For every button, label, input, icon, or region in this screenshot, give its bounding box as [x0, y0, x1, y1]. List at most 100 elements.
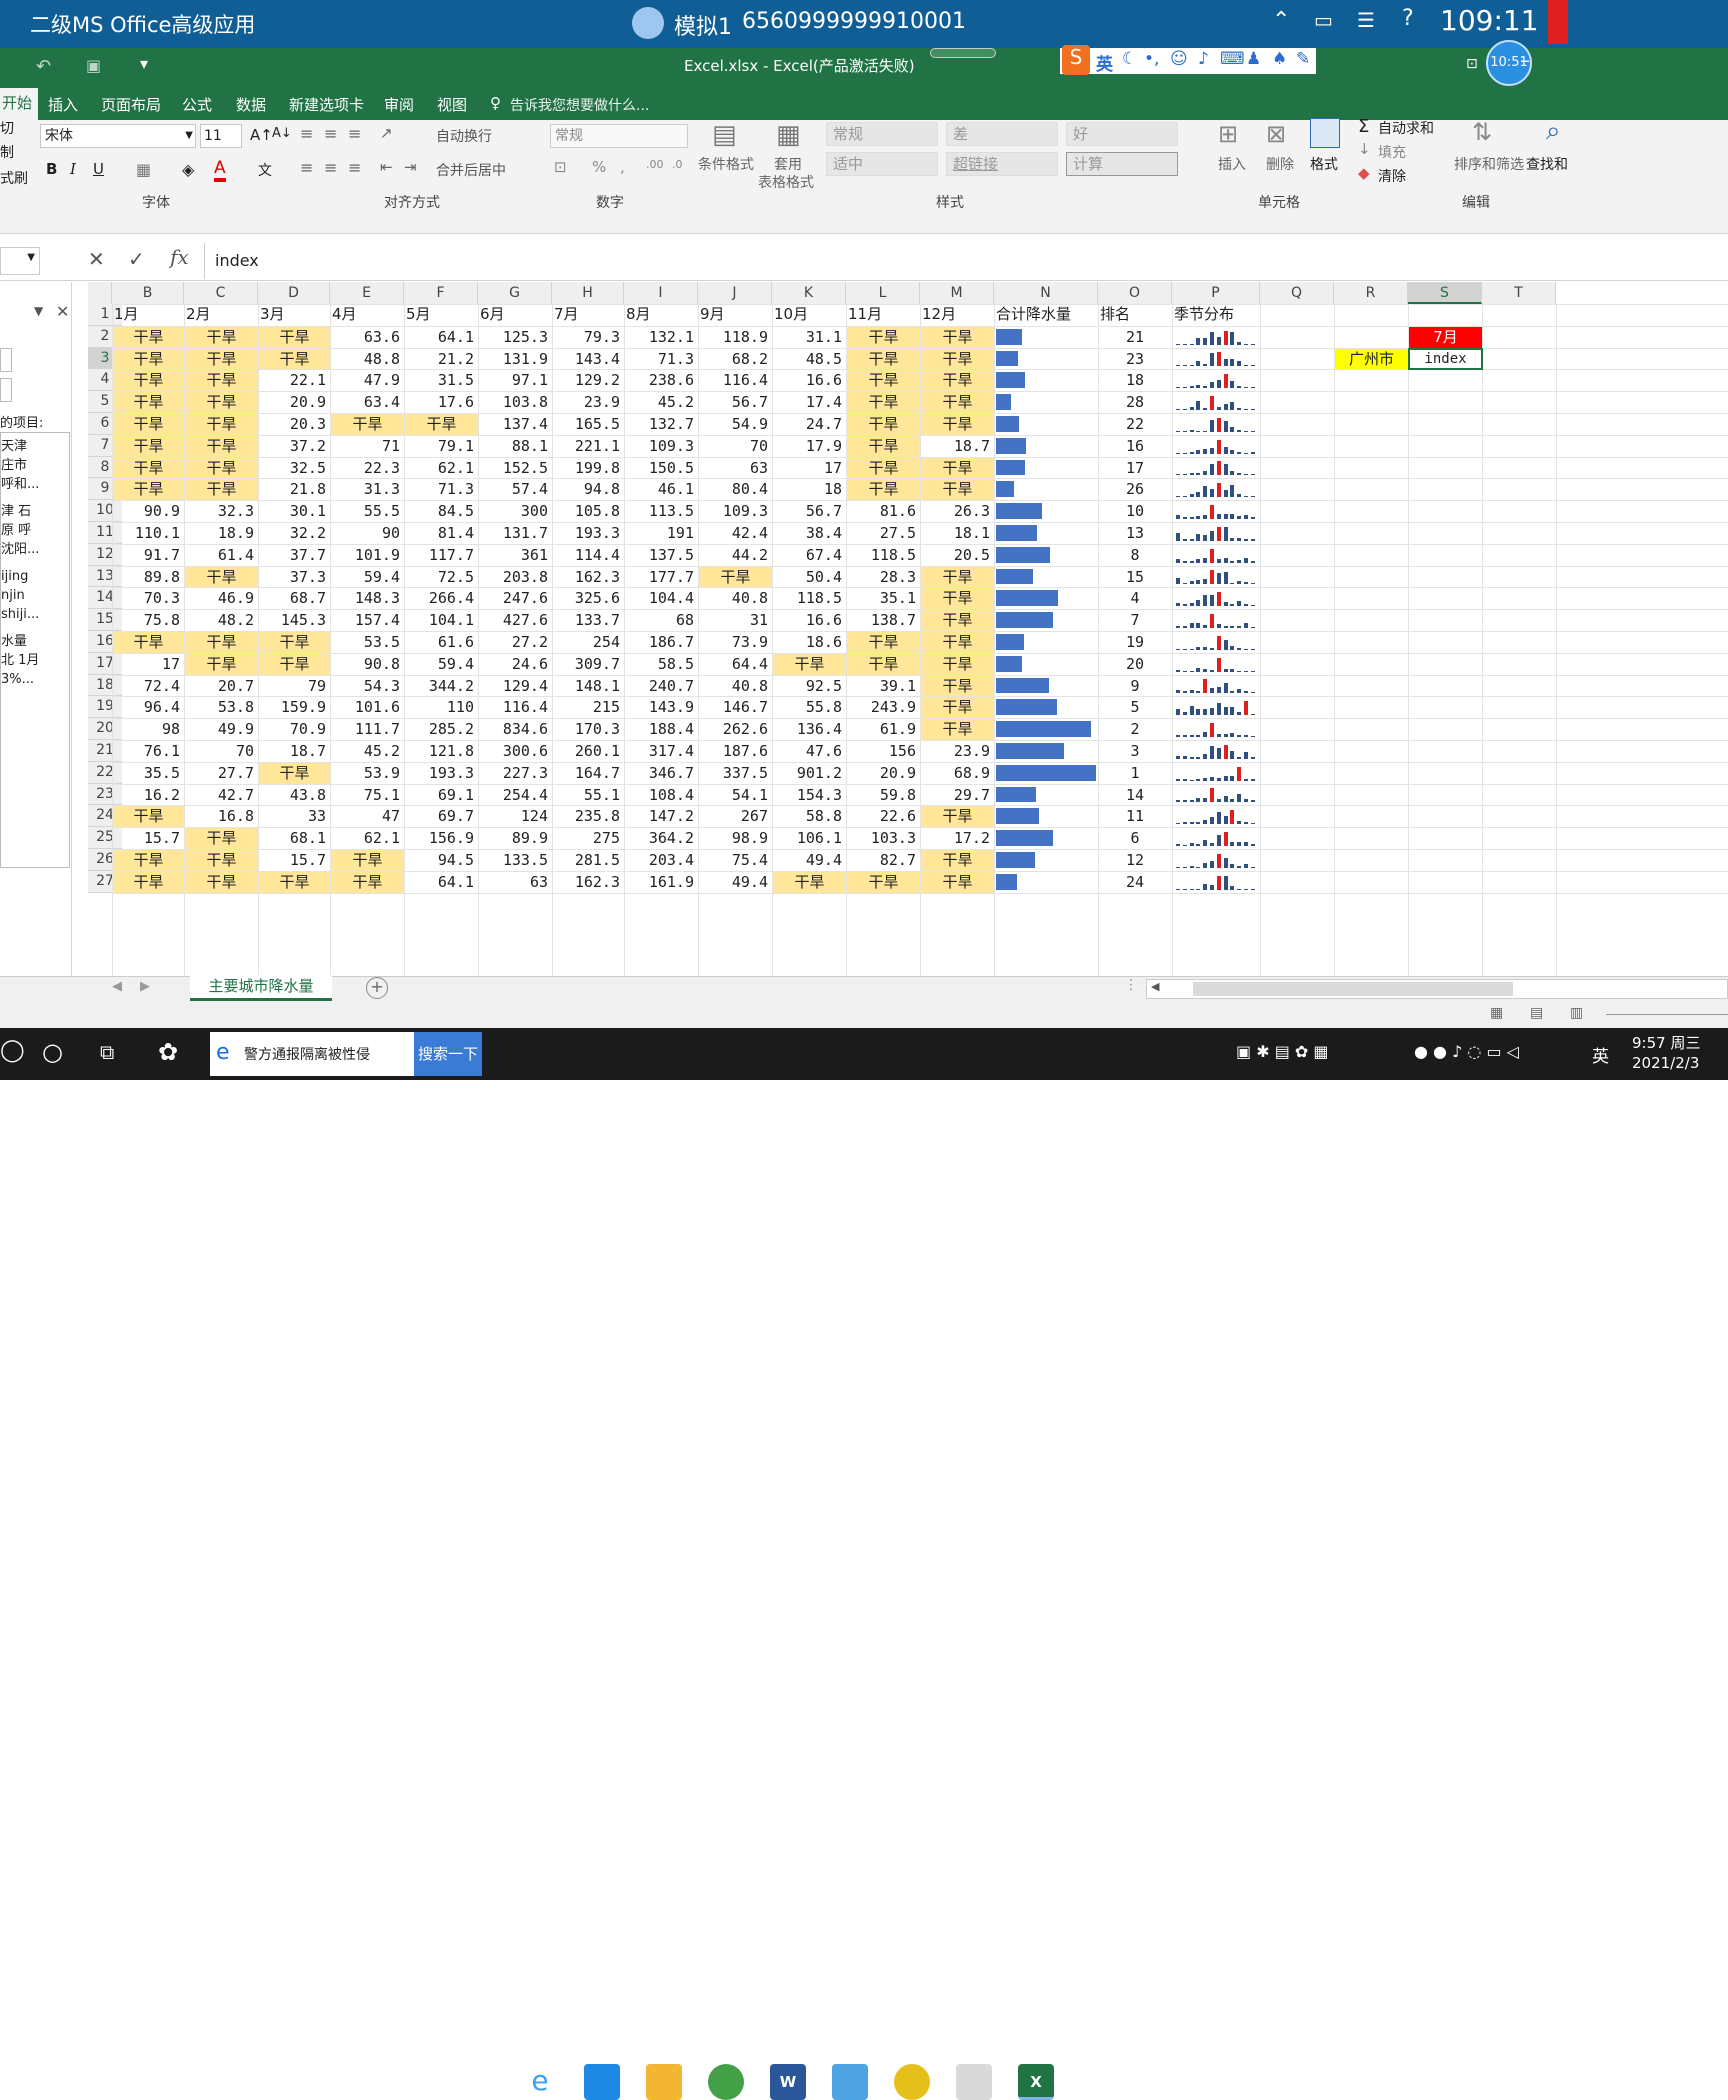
data-cell[interactable]: 170.3: [553, 719, 624, 740]
bold-icon[interactable]: B: [46, 160, 57, 178]
cut-button[interactable]: 切: [0, 118, 14, 138]
data-cell[interactable]: 43.8: [259, 785, 330, 806]
rank-cell[interactable]: 5: [1098, 697, 1172, 718]
column-header[interactable]: E: [330, 282, 404, 304]
pane-field-1[interactable]: [0, 348, 12, 372]
search-text[interactable]: 警方通报隔离被性侵: [244, 1044, 370, 1064]
rank-cell[interactable]: 16: [1098, 436, 1172, 457]
data-cell[interactable]: 干旱: [113, 326, 184, 348]
data-cell[interactable]: 17.9: [773, 436, 846, 457]
rank-cell[interactable]: 4: [1098, 588, 1172, 609]
column-header[interactable]: C: [184, 282, 258, 304]
formula-input[interactable]: index: [204, 243, 1728, 279]
search-button[interactable]: 搜索一下: [414, 1032, 482, 1076]
data-cell[interactable]: 46.9: [185, 588, 258, 609]
data-cell[interactable]: 150.5: [625, 458, 698, 479]
indent-increase-icon[interactable]: ⇥: [404, 158, 417, 176]
data-cell[interactable]: 干旱: [113, 457, 184, 479]
data-cell[interactable]: 干旱: [921, 566, 994, 588]
percent-icon[interactable]: %: [592, 158, 606, 176]
data-cell[interactable]: 干旱: [185, 414, 258, 435]
data-cell[interactable]: 281.5: [553, 850, 624, 871]
data-cell[interactable]: 69.1: [405, 785, 478, 806]
data-cell[interactable]: 干旱: [113, 348, 184, 370]
autosum-button[interactable]: 自动求和: [1378, 118, 1434, 138]
data-cell[interactable]: 133.5: [479, 850, 552, 871]
data-cell[interactable]: 干旱: [921, 697, 994, 719]
data-cell[interactable]: 17.4: [773, 392, 846, 413]
data-cell[interactable]: 101.6: [331, 697, 404, 718]
data-cell[interactable]: 47: [331, 806, 404, 827]
style-good[interactable]: 好: [1066, 122, 1178, 146]
data-cell[interactable]: 164.7: [553, 763, 624, 784]
data-cell[interactable]: 干旱: [185, 566, 258, 588]
data-cell[interactable]: 89.9: [479, 828, 552, 849]
data-cell[interactable]: 63: [479, 872, 552, 893]
align-middle-icon[interactable]: ≡: [324, 124, 337, 143]
tab-data[interactable]: 数据: [236, 94, 266, 115]
data-cell[interactable]: 136.4: [773, 719, 846, 740]
data-cell[interactable]: 27.5: [847, 523, 920, 544]
data-cell[interactable]: 71: [331, 436, 404, 457]
data-cell[interactable]: 110.1: [113, 523, 184, 544]
data-cell[interactable]: 62.1: [405, 458, 478, 479]
data-cell[interactable]: 31.5: [405, 370, 478, 391]
font-name-select[interactable]: 宋体 ▼: [40, 124, 196, 148]
data-cell[interactable]: 285.2: [405, 719, 478, 740]
align-left-icon[interactable]: ≡: [300, 158, 313, 177]
data-cell[interactable]: 干旱: [185, 632, 258, 653]
data-cell[interactable]: 266.4: [405, 588, 478, 609]
data-cell[interactable]: 17.6: [405, 392, 478, 413]
data-cell[interactable]: 300.6: [479, 741, 552, 762]
rank-cell[interactable]: 1: [1098, 763, 1172, 784]
data-cell[interactable]: 62.1: [331, 828, 404, 849]
data-cell[interactable]: 37.7: [259, 545, 330, 566]
data-cell[interactable]: 干旱: [185, 326, 258, 348]
data-cell[interactable]: 干旱: [921, 632, 994, 653]
normal-view-icon[interactable]: ▦: [1490, 1005, 1503, 1021]
data-cell[interactable]: 138.7: [847, 610, 920, 631]
data-cell[interactable]: 68: [625, 610, 698, 631]
table-format-icon[interactable]: ▦: [776, 120, 801, 150]
spreadsheet-grid[interactable]: B C D E F G H I J K L M N O P Q R S T 1 2 3 4 5 6 7 8 9 10 11 12 13 14 15…: [72, 282, 1728, 976]
ribbon-display-icon[interactable]: ⊡: [1466, 56, 1478, 72]
data-cell[interactable]: 84.5: [405, 501, 478, 522]
data-cell[interactable]: 79: [259, 676, 330, 697]
data-cell[interactable]: 240.7: [625, 676, 698, 697]
data-cell[interactable]: 75.4: [699, 850, 772, 871]
copy-button[interactable]: 制: [0, 142, 14, 162]
rank-cell[interactable]: 28: [1098, 392, 1172, 413]
data-cell[interactable]: 15.7: [113, 828, 184, 849]
data-cell[interactable]: 118.5: [847, 545, 920, 566]
page-break-view-icon[interactable]: ▥: [1570, 1005, 1583, 1021]
scroll-thumb[interactable]: [1193, 982, 1513, 996]
data-cell[interactable]: 48.5: [773, 349, 846, 370]
data-cell[interactable]: 103.3: [847, 828, 920, 849]
taskbar-search[interactable]: e 警方通报隔离被性侵: [210, 1032, 414, 1076]
data-cell[interactable]: 80.4: [699, 479, 772, 500]
data-cell[interactable]: 干旱: [921, 719, 994, 740]
data-cell[interactable]: 64.1: [405, 327, 478, 348]
wrench-icon[interactable]: ✎: [1296, 49, 1310, 69]
data-cell[interactable]: 131.7: [479, 523, 552, 544]
orientation-icon[interactable]: ↗: [380, 124, 393, 142]
rank-cell[interactable]: 13: [1098, 523, 1172, 544]
data-cell[interactable]: 427.6: [479, 610, 552, 631]
pane-list[interactable]: 天津 庄市 呼和... 津 石 原 呼 沈阳... ijing njin shi…: [0, 432, 70, 868]
data-cell[interactable]: 40.8: [699, 676, 772, 697]
data-cell[interactable]: 186.7: [625, 632, 698, 653]
data-cell[interactable]: 108.4: [625, 785, 698, 806]
data-cell[interactable]: 118.5: [773, 588, 846, 609]
data-cell[interactable]: 101.9: [331, 545, 404, 566]
data-cell[interactable]: 干旱: [921, 850, 994, 871]
pane-item[interactable]: 沈阳...: [1, 540, 69, 559]
data-cell[interactable]: 54.3: [331, 676, 404, 697]
align-bottom-icon[interactable]: ≡: [348, 124, 361, 143]
data-cell[interactable]: 203.4: [625, 850, 698, 871]
cancel-icon[interactable]: ✕: [88, 247, 105, 271]
tab-new[interactable]: 新建选项卡: [289, 94, 364, 115]
data-cell[interactable]: 124: [479, 806, 552, 827]
data-cell[interactable]: 235.8: [553, 806, 624, 827]
shrink-font-icon[interactable]: A↓: [272, 126, 292, 141]
data-cell[interactable]: 干旱: [847, 392, 920, 413]
